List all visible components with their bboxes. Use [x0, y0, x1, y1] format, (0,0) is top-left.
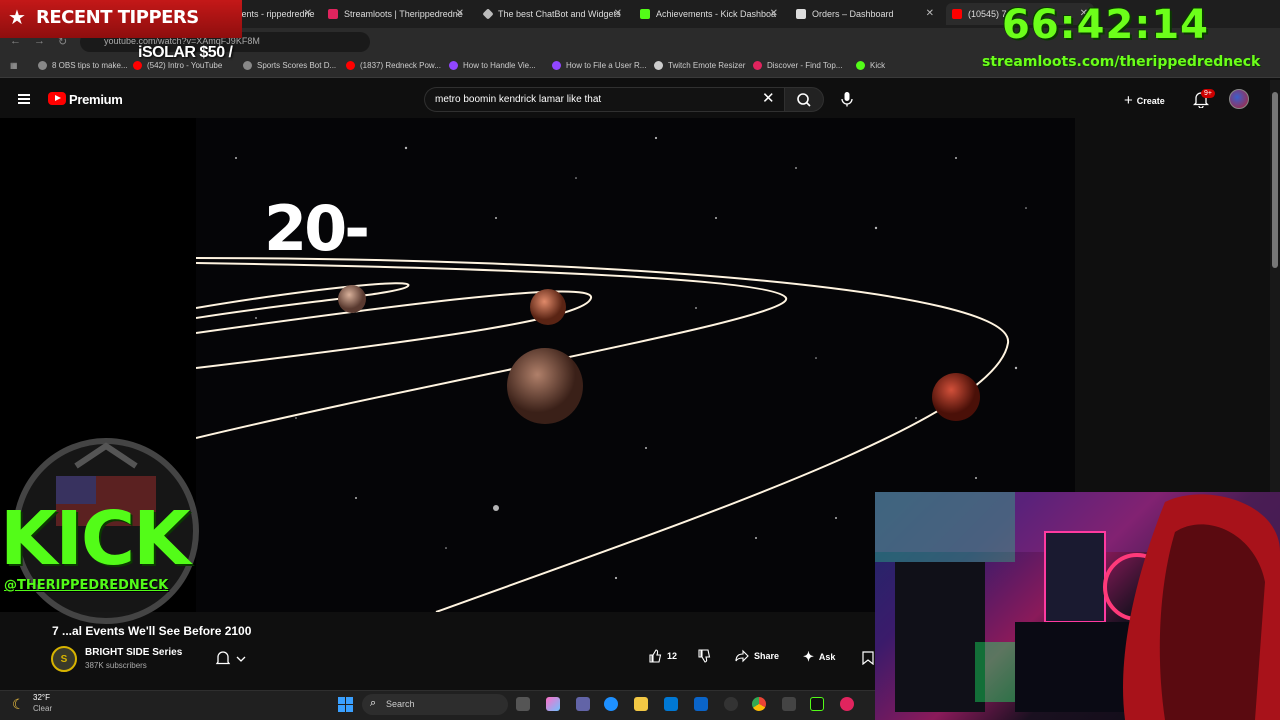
bookmark-item[interactable]: How to Handle Vie...	[449, 61, 536, 70]
chatbot-icon	[482, 8, 494, 20]
weather-condition: Clear	[33, 704, 53, 713]
channel-name[interactable]: BRIGHT SIDE Series	[85, 647, 182, 658]
thumbs-up-icon	[649, 649, 662, 663]
close-icon[interactable]: ✕	[456, 8, 464, 19]
clear-search-icon[interactable]: ✕	[762, 91, 775, 106]
task-view-icon[interactable]	[516, 697, 530, 711]
youtube-icon	[952, 9, 962, 19]
account-avatar[interactable]	[1229, 89, 1249, 109]
kick-icon	[640, 9, 650, 19]
subathon-timer: 66:42:14	[1002, 2, 1209, 48]
apps-grid-icon[interactable]: ▦	[10, 61, 18, 70]
file-explorer-icon[interactable]	[634, 697, 648, 711]
outlook-icon[interactable]	[694, 697, 708, 711]
webcam-feed	[875, 492, 1280, 720]
close-icon[interactable]: ✕	[614, 8, 622, 19]
store-icon[interactable]	[664, 697, 678, 711]
premium-label: Premium	[69, 92, 123, 107]
video-overlay-text: 20-	[264, 192, 370, 265]
webcam-scene	[875, 492, 1280, 720]
close-icon[interactable]: ✕	[770, 8, 778, 19]
share-icon	[735, 649, 749, 663]
search-icon	[797, 93, 811, 107]
taskbar-search-input[interactable]: Search	[362, 694, 508, 715]
like-button[interactable]: 12	[648, 649, 677, 663]
bookmark-item[interactable]: How to File a User R...	[552, 61, 646, 70]
obs-icon[interactable]	[724, 697, 738, 711]
recent-tippers-banner: ★ RECENT TIPPERS	[0, 0, 242, 38]
ask-button[interactable]: ✦ Ask	[803, 649, 835, 665]
tab-label: The best ChatBot and Widgets	[498, 9, 621, 19]
copilot-icon[interactable]	[546, 697, 560, 711]
weather-moon-icon[interactable]: ☾	[12, 696, 25, 713]
bookmark-item[interactable]: (542) Intro - YouTube	[133, 61, 222, 70]
windows-start-icon[interactable]	[338, 697, 353, 712]
tab-chatbot[interactable]: The best ChatBot and Widgets ✕	[478, 3, 628, 25]
create-button[interactable]: + Create	[1124, 92, 1165, 109]
close-icon[interactable]: ✕	[304, 8, 312, 19]
tab-orders[interactable]: Orders – Dashboard ✕	[790, 3, 940, 25]
tab-kick-achievements[interactable]: Achievements - Kick Dashboa ✕	[634, 3, 784, 25]
bookmark-item[interactable]: Sports Scores Bot D...	[243, 61, 336, 70]
youtube-logo-icon[interactable]	[48, 92, 66, 105]
orders-icon	[796, 9, 806, 19]
microphone-icon[interactable]	[838, 90, 856, 108]
streamloots-app-icon[interactable]	[840, 697, 854, 711]
bookmark-item[interactable]: (1837) Redneck Pow...	[346, 61, 441, 70]
bookmark-item[interactable]: 8 OBS tips to make...	[38, 61, 128, 70]
subscription-bell-icon[interactable]	[215, 650, 247, 668]
teams-icon[interactable]	[576, 697, 590, 711]
share-button[interactable]: Share	[735, 649, 779, 663]
star-icon: ★	[8, 7, 26, 29]
close-icon[interactable]: ✕	[926, 8, 934, 19]
dislike-button[interactable]	[697, 649, 711, 663]
tab-label: Orders – Dashboard	[812, 9, 894, 19]
plus-icon: +	[1124, 92, 1133, 109]
subscriber-count: 387K subscribers	[85, 661, 147, 670]
kick-handle: @THERIPPEDREDNECK	[4, 578, 169, 593]
menu-icon[interactable]	[18, 94, 30, 104]
tab-label: Streamloots | Therippedredne	[344, 9, 463, 19]
video-title: 7 ...al Events We'll See Before 2100	[52, 624, 252, 638]
channel-avatar[interactable]: S	[51, 646, 77, 672]
search-button[interactable]	[784, 87, 824, 112]
edge-icon[interactable]	[604, 697, 618, 711]
taskbar-search-icon: ⌕	[370, 697, 377, 709]
tipper-entry: iSOLAR $50 /	[138, 44, 233, 61]
recent-tippers-title: RECENT TIPPERS	[36, 7, 199, 28]
streamloots-url: streamloots.com/therippedredneck	[982, 54, 1261, 70]
save-bookmark-icon[interactable]	[862, 651, 874, 665]
tab-label: Achievements - Kick Dashboa	[656, 9, 777, 19]
kick-logo: KICK	[0, 496, 191, 582]
bookmark-item[interactable]: Twitch Emote Resizer	[654, 61, 745, 70]
youtube-header: Premium metro boomin kendrick lamar like…	[0, 80, 1270, 118]
kick-app-icon[interactable]	[810, 697, 824, 711]
bookmark-item[interactable]: Discover - Find Top...	[753, 61, 842, 70]
app-icon[interactable]	[782, 697, 796, 711]
chrome-icon[interactable]	[752, 697, 766, 711]
bookmark-item[interactable]: Kick	[856, 61, 885, 70]
tab-streamloots[interactable]: Streamloots | Therippedredne ✕	[322, 3, 470, 25]
scrollbar-thumb[interactable]	[1272, 92, 1278, 268]
streamloots-icon	[328, 9, 338, 19]
notification-count-badge: 9+	[1201, 89, 1215, 98]
thumbs-down-icon	[698, 649, 711, 663]
search-input[interactable]: metro boomin kendrick lamar like that	[424, 87, 784, 112]
weather-temperature: 32°F	[33, 693, 50, 702]
sparkle-icon: ✦	[803, 649, 814, 664]
